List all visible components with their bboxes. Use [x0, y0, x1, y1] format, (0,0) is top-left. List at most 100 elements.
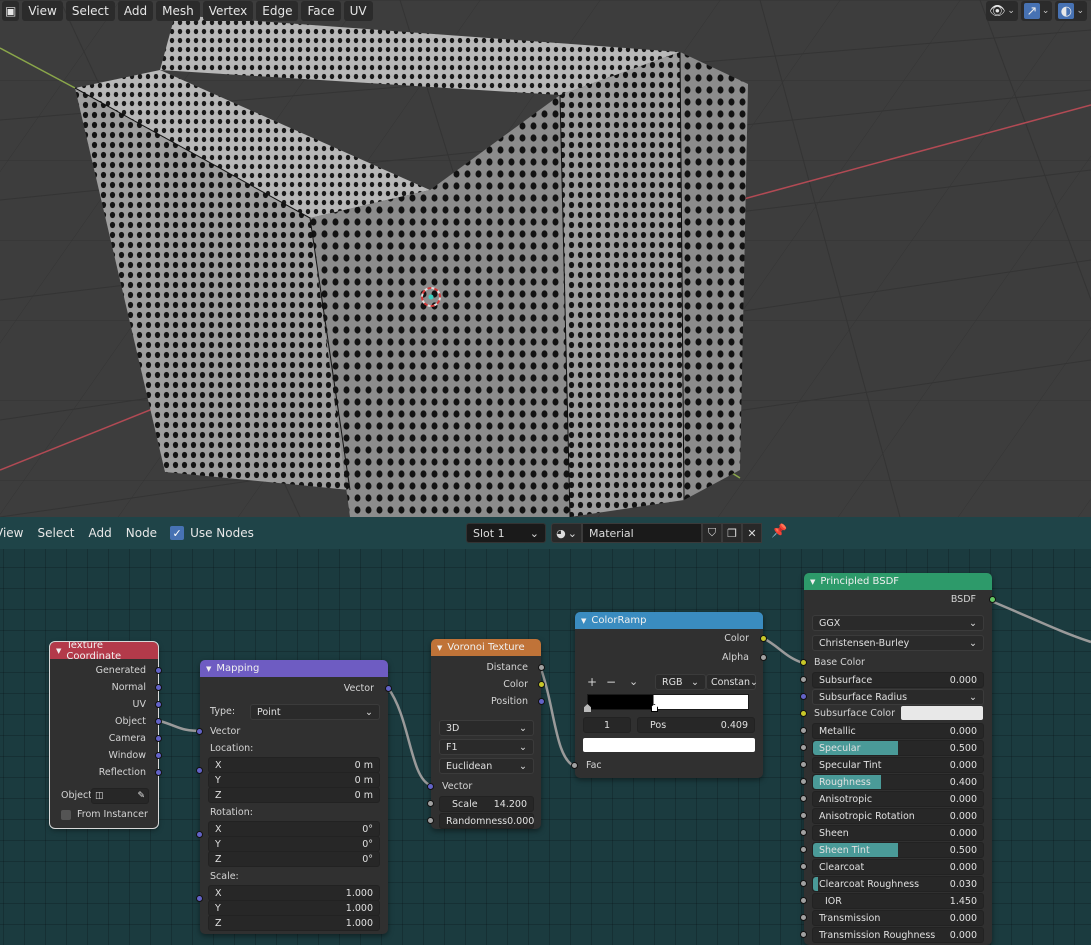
material-name-field[interactable]: Material: [582, 523, 702, 543]
socket-clearcoat-roughness[interactable]: [800, 880, 807, 887]
mode-select-button[interactable]: ▣: [2, 1, 20, 21]
material-browse-button[interactable]: ◕ ⌄: [551, 523, 582, 543]
slot-dropdown[interactable]: Slot 1 ⌄: [466, 523, 546, 543]
remove-stop-button[interactable]: −: [606, 675, 616, 689]
menu-mesh[interactable]: Mesh: [156, 1, 200, 21]
3d-viewport[interactable]: ▣ View Select Add Mesh Vertex Edge Face …: [0, 0, 1091, 517]
node-header[interactable]: ▼ Principled BSDF: [804, 573, 992, 590]
socket-fac-in[interactable]: [571, 762, 578, 769]
specular-field[interactable]: Specular 0.500: [812, 740, 984, 756]
scale-z-field[interactable]: Z 1.000: [208, 915, 380, 931]
pin-icon[interactable]: 📌: [771, 524, 787, 539]
dimensions-dropdown[interactable]: 3D ⌄: [439, 720, 534, 736]
viewport-scene[interactable]: [0, 0, 1091, 517]
socket-ior[interactable]: [800, 897, 807, 904]
socket-alpha-out[interactable]: [760, 654, 767, 661]
distribution-dropdown[interactable]: GGX ⌄: [812, 615, 984, 631]
subsurface-method-dropdown[interactable]: Christensen-Burley ⌄: [812, 635, 984, 651]
visibility-dropdown[interactable]: 👁 ⌄: [986, 1, 1018, 21]
type-dropdown[interactable]: Point ⌄: [250, 704, 380, 720]
socket-transmission[interactable]: [800, 914, 807, 921]
chevron-down-icon[interactable]: ⌄: [629, 675, 638, 688]
socket-base-color[interactable]: [800, 659, 807, 666]
node-texture-coordinate[interactable]: ▼ Texture Coordinate Generated Normal UV…: [49, 640, 162, 829]
socket-distance[interactable]: [538, 664, 545, 671]
socket-clearcoat[interactable]: [800, 863, 807, 870]
menu-add[interactable]: Add: [117, 1, 154, 21]
socket-object[interactable]: [155, 718, 162, 725]
socket-color[interactable]: [538, 681, 545, 688]
roughness-field[interactable]: Roughness 0.400: [812, 774, 984, 790]
socket-color-out[interactable]: [760, 635, 767, 642]
socket-vector-in[interactable]: [427, 783, 434, 790]
rotation-y-field[interactable]: Y 0°: [208, 836, 380, 852]
scale-x-field[interactable]: X 1.000: [208, 885, 380, 901]
clearcoat-field[interactable]: Clearcoat 0.000: [812, 859, 984, 875]
subsurface-color-swatch[interactable]: [901, 706, 983, 720]
socket-anisotropic-rotation[interactable]: [800, 812, 807, 819]
scale-y-field[interactable]: Y 1.000: [208, 900, 380, 916]
gizmo-toggle[interactable]: ↗ ⌄: [1020, 1, 1053, 21]
scale-field[interactable]: Scale 14.200: [439, 796, 534, 812]
eyedropper-icon[interactable]: ✎: [137, 791, 145, 801]
sheen-tint-field[interactable]: Sheen Tint 0.500: [812, 842, 984, 858]
node-header[interactable]: ▼ ColorRamp: [575, 612, 763, 629]
collapse-triangle-icon[interactable]: ▼: [56, 647, 61, 655]
socket-transmission-roughness[interactable]: [800, 931, 807, 938]
socket-vector-in[interactable]: [196, 728, 203, 735]
subsurface-radius-dropdown[interactable]: Subsurface Radius ⌄: [812, 689, 984, 705]
socket-rotation[interactable]: [196, 831, 203, 838]
randomness-field[interactable]: Randomness 0.000: [439, 813, 534, 829]
node-header[interactable]: ▼ Texture Coordinate: [50, 640, 158, 662]
rotation-x-field[interactable]: X 0°: [208, 821, 380, 837]
sheen-field[interactable]: Sheen 0.000: [812, 825, 984, 841]
node-voronoi-texture[interactable]: ▼ Voronoi Texture Distance Color Positio…: [427, 639, 545, 829]
menu-add[interactable]: Add: [82, 526, 119, 540]
ior-field[interactable]: IOR 1.450: [812, 893, 984, 909]
subsurface-field[interactable]: Subsurface 0.000: [812, 672, 984, 688]
collapse-triangle-icon[interactable]: ▼: [206, 665, 211, 673]
anisotropic-field[interactable]: Anisotropic 0.000: [812, 791, 984, 807]
socket-specular[interactable]: [800, 744, 807, 751]
feature-dropdown[interactable]: F1 ⌄: [439, 739, 534, 755]
overlay-toggle[interactable]: ◐ ⌄: [1055, 1, 1087, 21]
add-stop-button[interactable]: +: [587, 675, 597, 689]
menu-face[interactable]: Face: [301, 1, 341, 21]
socket-metallic[interactable]: [800, 727, 807, 734]
socket-anisotropic[interactable]: [800, 795, 807, 802]
menu-select[interactable]: Select: [65, 1, 115, 21]
interpolation-dropdown[interactable]: Constan ⌄: [706, 674, 758, 690]
location-y-field[interactable]: Y 0 m: [208, 772, 380, 788]
socket-randomness[interactable]: [427, 817, 434, 824]
menu-vertex[interactable]: Vertex: [202, 1, 254, 21]
object-field[interactable]: ◫ ✎: [91, 788, 149, 804]
clearcoat-roughness-field[interactable]: Clearcoat Roughness 0.030: [812, 876, 984, 892]
metric-dropdown[interactable]: Euclidean ⌄: [439, 758, 534, 774]
metallic-field[interactable]: Metallic 0.000: [812, 723, 984, 739]
menu-edge[interactable]: Edge: [256, 1, 299, 21]
location-z-field[interactable]: Z 0 m: [208, 787, 380, 803]
shader-node-editor[interactable]: View Select Add Node ✓ Use Nodes Slot 1 …: [0, 517, 1091, 945]
socket-normal[interactable]: [155, 684, 162, 691]
color-ramp-gradient[interactable]: [587, 694, 749, 710]
socket-camera[interactable]: [155, 735, 162, 742]
socket-specular-tint[interactable]: [800, 761, 807, 768]
menu-view[interactable]: View: [0, 526, 30, 540]
socket-subsurface-color[interactable]: [800, 710, 807, 717]
collapse-triangle-icon[interactable]: ▼: [810, 578, 815, 586]
use-nodes-checkbox[interactable]: ✓ Use Nodes: [170, 526, 254, 540]
color-mode-dropdown[interactable]: RGB ⌄: [655, 674, 706, 690]
node-header[interactable]: ▼ Voronoi Texture: [431, 639, 541, 656]
socket-subsurface-radius[interactable]: [800, 693, 807, 700]
socket-scale[interactable]: [427, 800, 434, 807]
fake-user-button[interactable]: ⛉: [702, 523, 722, 543]
from-instancer-checkbox[interactable]: From Instancer: [61, 809, 148, 820]
stop-color-swatch[interactable]: [583, 738, 755, 752]
socket-scale[interactable]: [196, 895, 203, 902]
menu-uv[interactable]: UV: [343, 1, 373, 21]
socket-sheen-tint[interactable]: [800, 846, 807, 853]
duplicate-material-button[interactable]: ❐: [722, 523, 742, 543]
socket-window[interactable]: [155, 752, 162, 759]
socket-uv[interactable]: [155, 701, 162, 708]
transmission-field[interactable]: Transmission 0.000: [812, 910, 984, 926]
